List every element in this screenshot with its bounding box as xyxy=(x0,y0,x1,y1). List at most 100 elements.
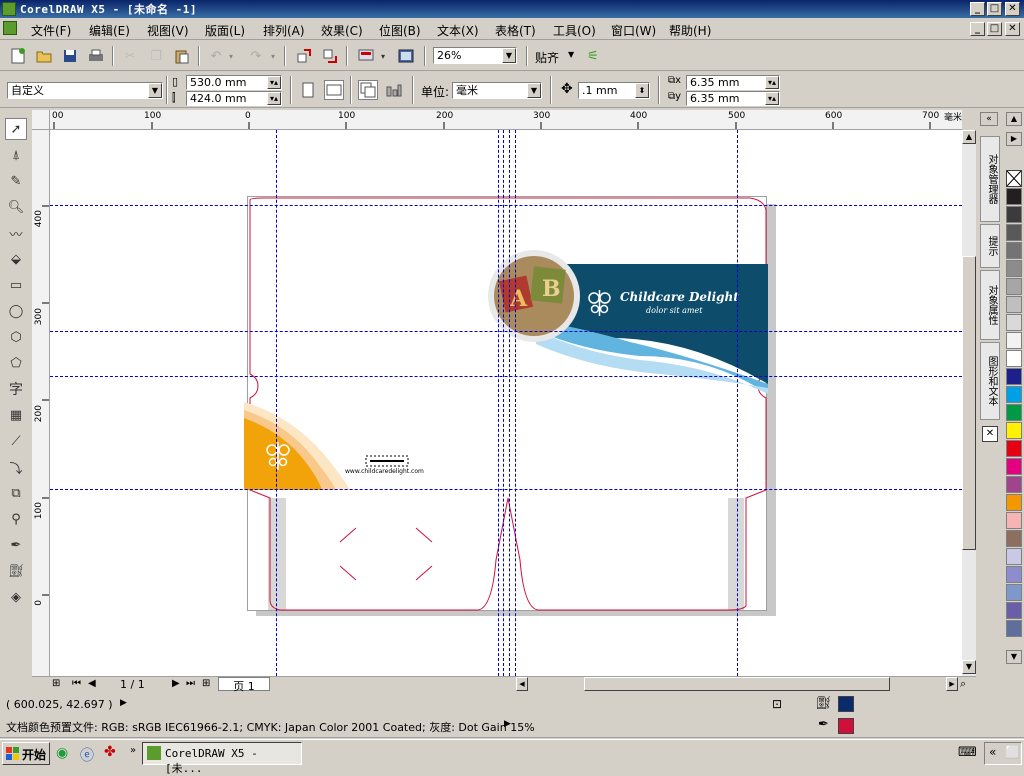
palette-swatch[interactable] xyxy=(1006,602,1022,619)
docker-tab-hints[interactable]: 提示 xyxy=(980,224,1000,268)
page-width-spinner[interactable]: ▾▴ xyxy=(267,76,281,89)
horizontal-ruler[interactable]: 00 100 0 100 200 300 400 500 600 700 毫米 xyxy=(50,110,962,130)
polygon-tool-icon[interactable]: ⬡ xyxy=(5,326,27,348)
no-color-swatch[interactable] xyxy=(1006,170,1022,187)
next-page-icon[interactable]: ▶ xyxy=(172,678,180,689)
text-tool-icon[interactable]: 字 xyxy=(5,378,27,400)
save-icon[interactable] xyxy=(60,46,80,66)
quicklaunch-ie-icon[interactable]: ⓔ xyxy=(80,745,94,765)
docker-tab-object-properties[interactable]: 对象属性 xyxy=(980,270,1000,340)
duplicate-x-spinner[interactable]: ▾▴ xyxy=(765,76,779,89)
palette-swatch[interactable] xyxy=(1006,548,1022,565)
duplicate-x-field[interactable]: 6.35 mm ▾▴ xyxy=(686,75,780,90)
add-page-before-icon[interactable]: ⊞ xyxy=(52,678,60,689)
first-page-icon[interactable]: ⏮ xyxy=(72,678,81,689)
fill-color-swatch[interactable] xyxy=(838,696,854,712)
guideline[interactable] xyxy=(498,130,499,676)
undo-dropdown-icon[interactable]: ▾ xyxy=(226,46,236,66)
last-page-icon[interactable]: ⏭ xyxy=(186,678,195,689)
scroll-down-icon[interactable]: ▼ xyxy=(962,660,976,674)
palette-swatch[interactable] xyxy=(1006,584,1022,601)
nudge-spinner[interactable]: ⬍ xyxy=(635,83,649,98)
portrait-icon[interactable] xyxy=(298,80,318,100)
redo-icon[interactable]: ↷ xyxy=(246,46,266,66)
basic-shapes-tool-icon[interactable]: ⬠ xyxy=(5,352,27,374)
menu-edit[interactable]: 编辑(E) xyxy=(89,22,130,39)
tray-expand-icon[interactable]: « xyxy=(989,745,996,759)
snap-dropdown-icon[interactable]: ▼ xyxy=(568,50,574,59)
pick-tool-icon[interactable]: ➚ xyxy=(5,118,27,140)
vertical-scroll-thumb[interactable] xyxy=(962,256,976,550)
guideline[interactable] xyxy=(737,130,738,676)
copy-icon[interactable]: ❐ xyxy=(146,46,166,66)
palette-swatch[interactable] xyxy=(1006,458,1022,475)
minimize-button[interactable]: _ xyxy=(970,2,985,16)
menu-bitmaps[interactable]: 位图(B) xyxy=(379,22,421,39)
zoom-dropdown-icon[interactable]: ▼ xyxy=(502,48,516,63)
doc-close-button[interactable]: ✕ xyxy=(1005,22,1020,36)
palette-scroll-down-icon[interactable]: ▼ xyxy=(1006,650,1022,664)
page-tab[interactable]: 页 1 xyxy=(218,677,270,693)
palette-swatch[interactable] xyxy=(1006,314,1022,331)
folder-artwork[interactable]: A B xyxy=(50,130,962,676)
menu-file[interactable]: 文件(F) xyxy=(31,22,71,39)
guideline[interactable] xyxy=(503,130,504,676)
cut-icon[interactable]: ✂ xyxy=(120,46,140,66)
guideline[interactable] xyxy=(515,130,516,676)
quicklaunch-browser-icon[interactable]: ◉ xyxy=(56,745,68,761)
scroll-right-icon[interactable]: ▶ xyxy=(946,677,958,691)
application-launcher-icon[interactable] xyxy=(356,46,376,66)
snap-to-button[interactable]: 贴齐 xyxy=(535,49,559,66)
options-icon[interactable]: ⚟ xyxy=(583,46,603,66)
duplicate-y-spinner[interactable]: ▾▴ xyxy=(765,92,779,105)
smart-fill-tool-icon[interactable]: ⬙ xyxy=(5,248,27,270)
palette-swatch[interactable] xyxy=(1006,368,1022,385)
docker-tab-object-manager[interactable]: 对象管理器 xyxy=(980,136,1000,222)
blend-tool-icon[interactable]: ⧉ xyxy=(5,482,27,504)
coreldraw-app-icon[interactable] xyxy=(2,2,16,16)
vertical-scrollbar[interactable]: ▲ ▼ xyxy=(962,130,976,676)
welcome-screen-icon[interactable] xyxy=(396,46,416,66)
interactive-fill-tool-icon[interactable]: ◈ xyxy=(5,586,27,608)
palette-swatch[interactable] xyxy=(1006,494,1022,511)
print-icon[interactable] xyxy=(86,46,106,66)
start-button[interactable]: 开始 xyxy=(2,742,50,765)
outline-pen-tool-icon[interactable]: ✒ xyxy=(5,534,27,556)
guideline[interactable] xyxy=(50,331,962,332)
menu-view[interactable]: 视图(V) xyxy=(147,22,189,39)
menu-table[interactable]: 表格(T) xyxy=(495,22,536,39)
duplicate-y-field[interactable]: 6.35 mm ▾▴ xyxy=(686,91,780,106)
guideline[interactable] xyxy=(276,130,277,676)
rectangle-tool-icon[interactable]: ▭ xyxy=(5,274,27,296)
nudge-distance-field[interactable]: .1 mm ⬍ xyxy=(578,82,650,99)
zoom-level-combo[interactable]: 26% ▼ xyxy=(433,47,517,64)
palette-swatch[interactable] xyxy=(1006,476,1022,493)
redo-dropdown-icon[interactable]: ▾ xyxy=(268,46,278,66)
doc-minimize-button[interactable]: _ xyxy=(970,22,985,36)
open-icon[interactable] xyxy=(34,46,54,66)
palette-swatch[interactable] xyxy=(1006,350,1022,367)
scroll-up-icon[interactable]: ▲ xyxy=(962,130,976,144)
page-size-dropdown-icon[interactable]: ▼ xyxy=(148,83,162,98)
palette-swatch[interactable] xyxy=(1006,566,1022,583)
crop-tool-icon[interactable]: ✎ xyxy=(5,170,27,192)
menu-tools[interactable]: 工具(O) xyxy=(553,22,596,39)
parallel-dimension-tool-icon[interactable]: ⟋ xyxy=(5,430,27,452)
task-coreldraw[interactable]: CorelDRAW X5 - [未... xyxy=(142,742,302,775)
outline-color-swatch[interactable] xyxy=(838,718,854,734)
palette-swatch[interactable] xyxy=(1006,278,1022,295)
menu-window[interactable]: 窗口(W) xyxy=(611,22,656,39)
page-width-field[interactable]: 530.0 mm ▾▴ xyxy=(186,75,282,90)
menu-help[interactable]: 帮助(H) xyxy=(669,22,711,39)
palette-swatch[interactable] xyxy=(1006,260,1022,277)
palette-swatch[interactable] xyxy=(1006,404,1022,421)
shape-tool-icon[interactable]: ⍋ xyxy=(5,144,27,166)
fill-tool-icon[interactable]: ⛽︎ xyxy=(5,560,27,582)
palette-scroll-up-icon[interactable]: ▲ xyxy=(1006,112,1022,126)
add-page-after-icon[interactable]: ⊞ xyxy=(202,678,210,689)
units-dropdown-icon[interactable]: ▼ xyxy=(527,83,541,98)
prev-page-icon[interactable]: ◀ xyxy=(88,678,96,689)
quicklaunch-more-icon[interactable]: » xyxy=(130,745,136,756)
collapse-dockers-icon[interactable]: « xyxy=(980,112,998,126)
launcher-dropdown-icon[interactable]: ▾ xyxy=(378,46,388,66)
